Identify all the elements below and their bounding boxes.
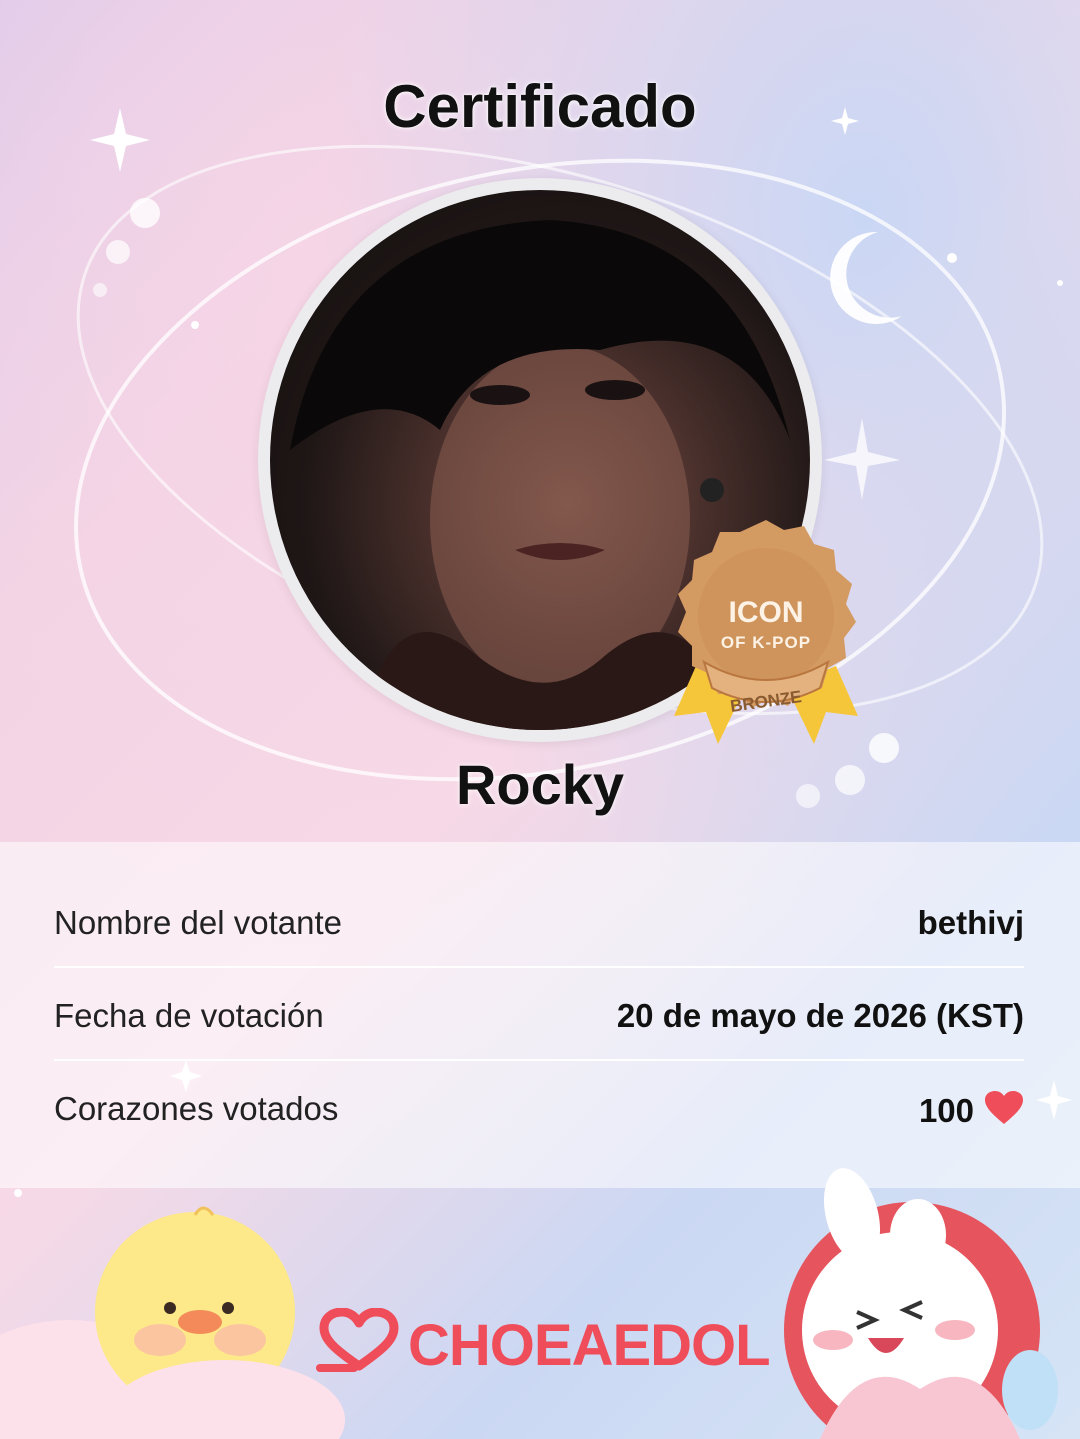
choeaedol-logo: CHOEAEDOL bbox=[316, 1307, 771, 1378]
heart-icon bbox=[985, 1091, 1023, 1124]
vote-date-value: 20 de mayo de 2026 (KST) bbox=[616, 997, 1024, 1034]
vote-date-row: Fecha de votación 20 de mayo de 2026 (KS… bbox=[54, 967, 1024, 1059]
hearts-voted-label: Corazones votados bbox=[54, 1090, 339, 1127]
badge-subtitle: OF K-POP bbox=[720, 633, 812, 652]
hearts-voted-value-group: 100 bbox=[919, 1090, 1024, 1130]
badge-title: ICON bbox=[728, 596, 804, 629]
hearts-voted-value: 100 bbox=[918, 1092, 974, 1129]
artist-name: Rocky bbox=[455, 753, 625, 816]
hearts-voted-row: Corazones votados 100 bbox=[54, 1060, 1024, 1152]
voter-name-label: Nombre del votante bbox=[54, 904, 342, 941]
logo-heart-icon bbox=[316, 1307, 399, 1372]
vote-date-label: Fecha de votación bbox=[54, 997, 324, 1034]
voter-name-value: bethivj bbox=[917, 904, 1024, 941]
certificate-title: Certificado bbox=[383, 73, 697, 140]
brand-name: CHOEAEDOL bbox=[408, 1313, 771, 1378]
voter-name-row: Nombre del votante bethivj bbox=[54, 874, 1024, 966]
icon-of-kpop-bronze-badge: ICON OF K-POP BRONZE bbox=[656, 516, 876, 756]
